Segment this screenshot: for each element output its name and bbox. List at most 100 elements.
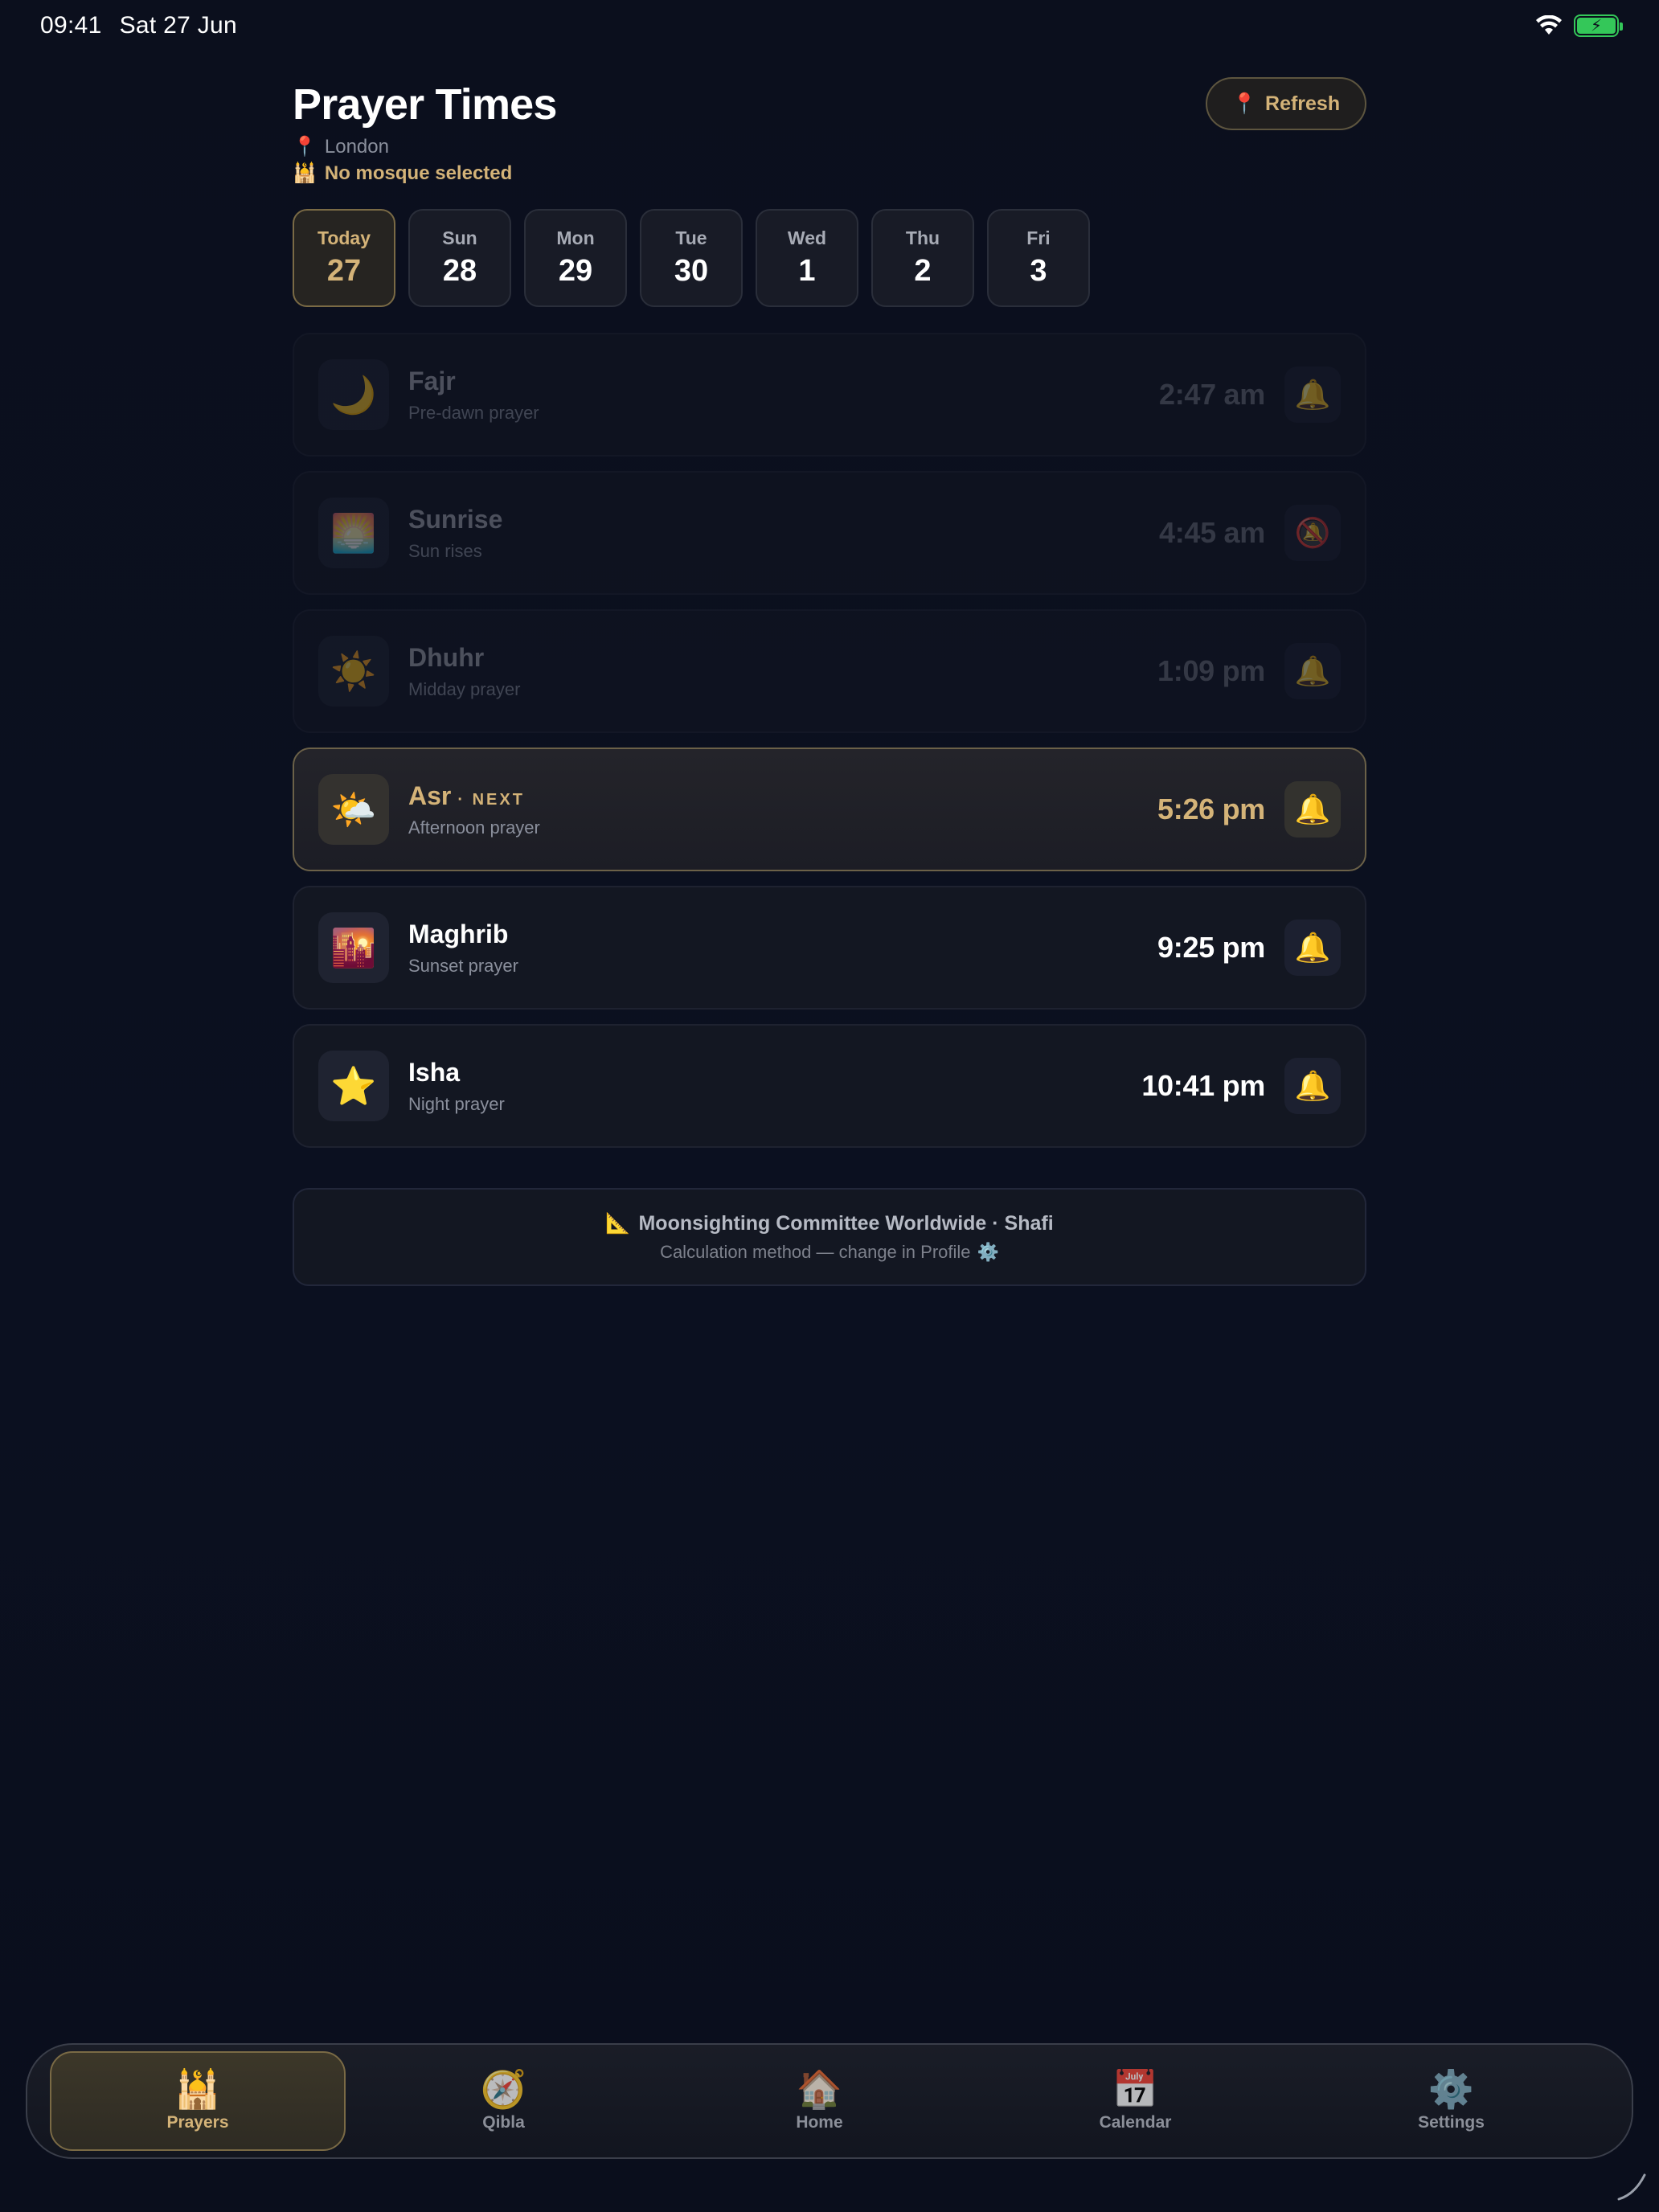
prayer-time: 2:47 am (1159, 378, 1265, 411)
tab-calendar[interactable]: 📅 Calendar (977, 2051, 1293, 2151)
prayer-subtitle: Midday prayer (408, 678, 521, 699)
status-left: 09:41 Sat 27 Jun (40, 12, 237, 39)
day-number: 2 (914, 254, 932, 288)
bell-icon[interactable]: 🔔 (1284, 920, 1341, 976)
day-number: 1 (798, 254, 816, 288)
refresh-label: Refresh (1265, 92, 1341, 115)
prayer-row-sunrise[interactable]: 🌅 Sunrise Sun rises 4:45 am 🔕 (293, 471, 1366, 595)
tab-settings[interactable]: ⚙️ Settings (1293, 2051, 1609, 2151)
bell-icon[interactable]: 🔔 (1284, 367, 1341, 423)
compass-icon: 🧭 (480, 2068, 527, 2110)
prayer-name: Sunrise (408, 504, 503, 534)
status-right: ⚡ (1535, 14, 1623, 37)
prayer-name: Asr (408, 780, 452, 810)
day-number: 30 (674, 254, 709, 288)
calculation-method-card[interactable]: 📐 Moonsighting Committee Worldwide · Sha… (293, 1188, 1366, 1286)
tab-qibla[interactable]: 🧭 Qibla (346, 2051, 662, 2151)
status-time: 09:41 (40, 12, 102, 39)
wifi-icon (1535, 15, 1563, 36)
prayer-subtitle: Sun rises (408, 540, 482, 561)
prayer-time: 4:45 am (1159, 516, 1265, 549)
tab-prayers[interactable]: 🕌 Prayers (50, 2051, 346, 2151)
day-name: Tue (675, 227, 707, 248)
day-tue[interactable]: Tue 30 (640, 209, 743, 307)
bell-icon[interactable]: 🔔 (1284, 1058, 1341, 1114)
day-mon[interactable]: Mon 29 (524, 209, 627, 307)
location: 📍 London (293, 135, 557, 158)
prayer-name: Dhuhr (408, 642, 485, 672)
resize-corner-icon (1617, 2173, 1646, 2201)
status-bar: 09:41 Sat 27 Jun ⚡ (0, 0, 1659, 51)
tab-label: Settings (1418, 2113, 1485, 2132)
bell-icon[interactable]: 🔔 (1284, 781, 1341, 838)
pin-icon: 📍 (293, 136, 317, 158)
prayer-row-maghrib[interactable]: 🌇 Maghrib Sunset prayer 9:25 pm 🔔 (293, 886, 1366, 1010)
tab-label: Calendar (1099, 2113, 1172, 2132)
tab-label: Home (796, 2113, 843, 2132)
day-name: Today (317, 227, 371, 248)
prayer-row-dhuhr[interactable]: ☀️ Dhuhr Midday prayer 1:09 pm 🔔 (293, 609, 1366, 733)
prayer-name: Maghrib (408, 919, 509, 948)
next-badge: · NEXT (457, 790, 525, 809)
mosque-icon: 🕌 (293, 162, 317, 184)
tab-bar: 🕌 Prayers 🧭 Qibla 🏠 Home 📅 Calendar ⚙️ S… (26, 2043, 1633, 2159)
day-wed[interactable]: Wed 1 (756, 209, 858, 307)
header: Prayer Times 📍 London 🕌 No mosque select… (293, 77, 1366, 185)
star-icon: ⭐ (318, 1051, 389, 1121)
prayer-subtitle: Night prayer (408, 1093, 505, 1114)
day-name: Wed (787, 227, 827, 248)
prayer-time: 9:25 pm (1157, 931, 1265, 964)
location-label: London (324, 135, 389, 158)
gear-icon: ⚙️ (977, 1241, 999, 1262)
battery-icon: ⚡ (1574, 14, 1623, 37)
prayer-time: 1:09 pm (1157, 654, 1265, 687)
prayer-row-fajr[interactable]: 🌙 Fajr Pre-dawn prayer 2:47 am 🔔 (293, 333, 1366, 457)
tab-label: Qibla (482, 2113, 525, 2132)
status-date: Sat 27 Jun (119, 12, 238, 39)
main-content: Prayer Times 📍 London 🕌 No mosque select… (293, 77, 1366, 1286)
mosque-status[interactable]: 🕌 No mosque selected (293, 162, 557, 185)
day-number: 29 (558, 254, 593, 288)
sunrise-icon: 🌅 (318, 498, 389, 568)
prayer-subtitle: Sunset prayer (408, 955, 518, 976)
mosque-label: No mosque selected (324, 162, 513, 184)
bell-icon[interactable]: 🔔 (1284, 643, 1341, 699)
day-selector: Today 27 Sun 28 Mon 29 Tue 30 Wed 1 Thu … (293, 209, 1366, 307)
method-name: Moonsighting Committee Worldwide · Shafi (638, 1211, 1054, 1235)
prayer-name: Fajr (408, 366, 456, 395)
pin-icon: 📍 (1231, 92, 1258, 115)
prayer-row-asr[interactable]: 🌤️ Asr · NEXT Afternoon prayer 5:26 pm 🔔 (293, 748, 1366, 871)
header-text: Prayer Times 📍 London 🕌 No mosque select… (293, 77, 557, 185)
day-fri[interactable]: Fri 3 (987, 209, 1090, 307)
prayer-row-isha[interactable]: ⭐ Isha Night prayer 10:41 pm 🔔 (293, 1024, 1366, 1148)
day-name: Thu (905, 227, 940, 248)
tab-label: Prayers (166, 2113, 229, 2132)
moon-icon: 🌙 (318, 359, 389, 430)
calendar-icon: 📅 (1112, 2068, 1159, 2110)
gear-icon: ⚙️ (1428, 2068, 1475, 2110)
day-number: 27 (326, 254, 362, 288)
day-number: 28 (442, 254, 477, 288)
refresh-button[interactable]: 📍 Refresh (1206, 77, 1366, 130)
tab-home[interactable]: 🏠 Home (662, 2051, 977, 2151)
mosque-icon: 🕌 (174, 2068, 221, 2110)
day-name: Fri (1026, 227, 1051, 248)
bell-muted-icon[interactable]: 🔕 (1284, 505, 1341, 561)
prayer-list: 🌙 Fajr Pre-dawn prayer 2:47 am 🔔 🌅 Sunri… (293, 333, 1366, 1148)
day-sun[interactable]: Sun 28 (408, 209, 511, 307)
day-thu[interactable]: Thu 2 (871, 209, 974, 307)
sunset-icon: 🌇 (318, 912, 389, 983)
day-today[interactable]: Today 27 (293, 209, 395, 307)
method-hint: Calculation method — change in Profile (660, 1241, 971, 1262)
prayer-time: 10:41 pm (1141, 1069, 1265, 1102)
prayer-subtitle: Afternoon prayer (408, 817, 540, 838)
prayer-time: 5:26 pm (1157, 793, 1265, 825)
sun-cloud-icon: 🌤️ (318, 774, 389, 845)
sun-icon: ☀️ (318, 636, 389, 707)
house-icon: 🏠 (796, 2068, 843, 2110)
ruler-icon: 📐 (605, 1211, 631, 1235)
day-name: Mon (556, 227, 595, 248)
page-title: Prayer Times (293, 80, 557, 129)
day-name: Sun (442, 227, 477, 248)
day-number: 3 (1030, 254, 1047, 288)
